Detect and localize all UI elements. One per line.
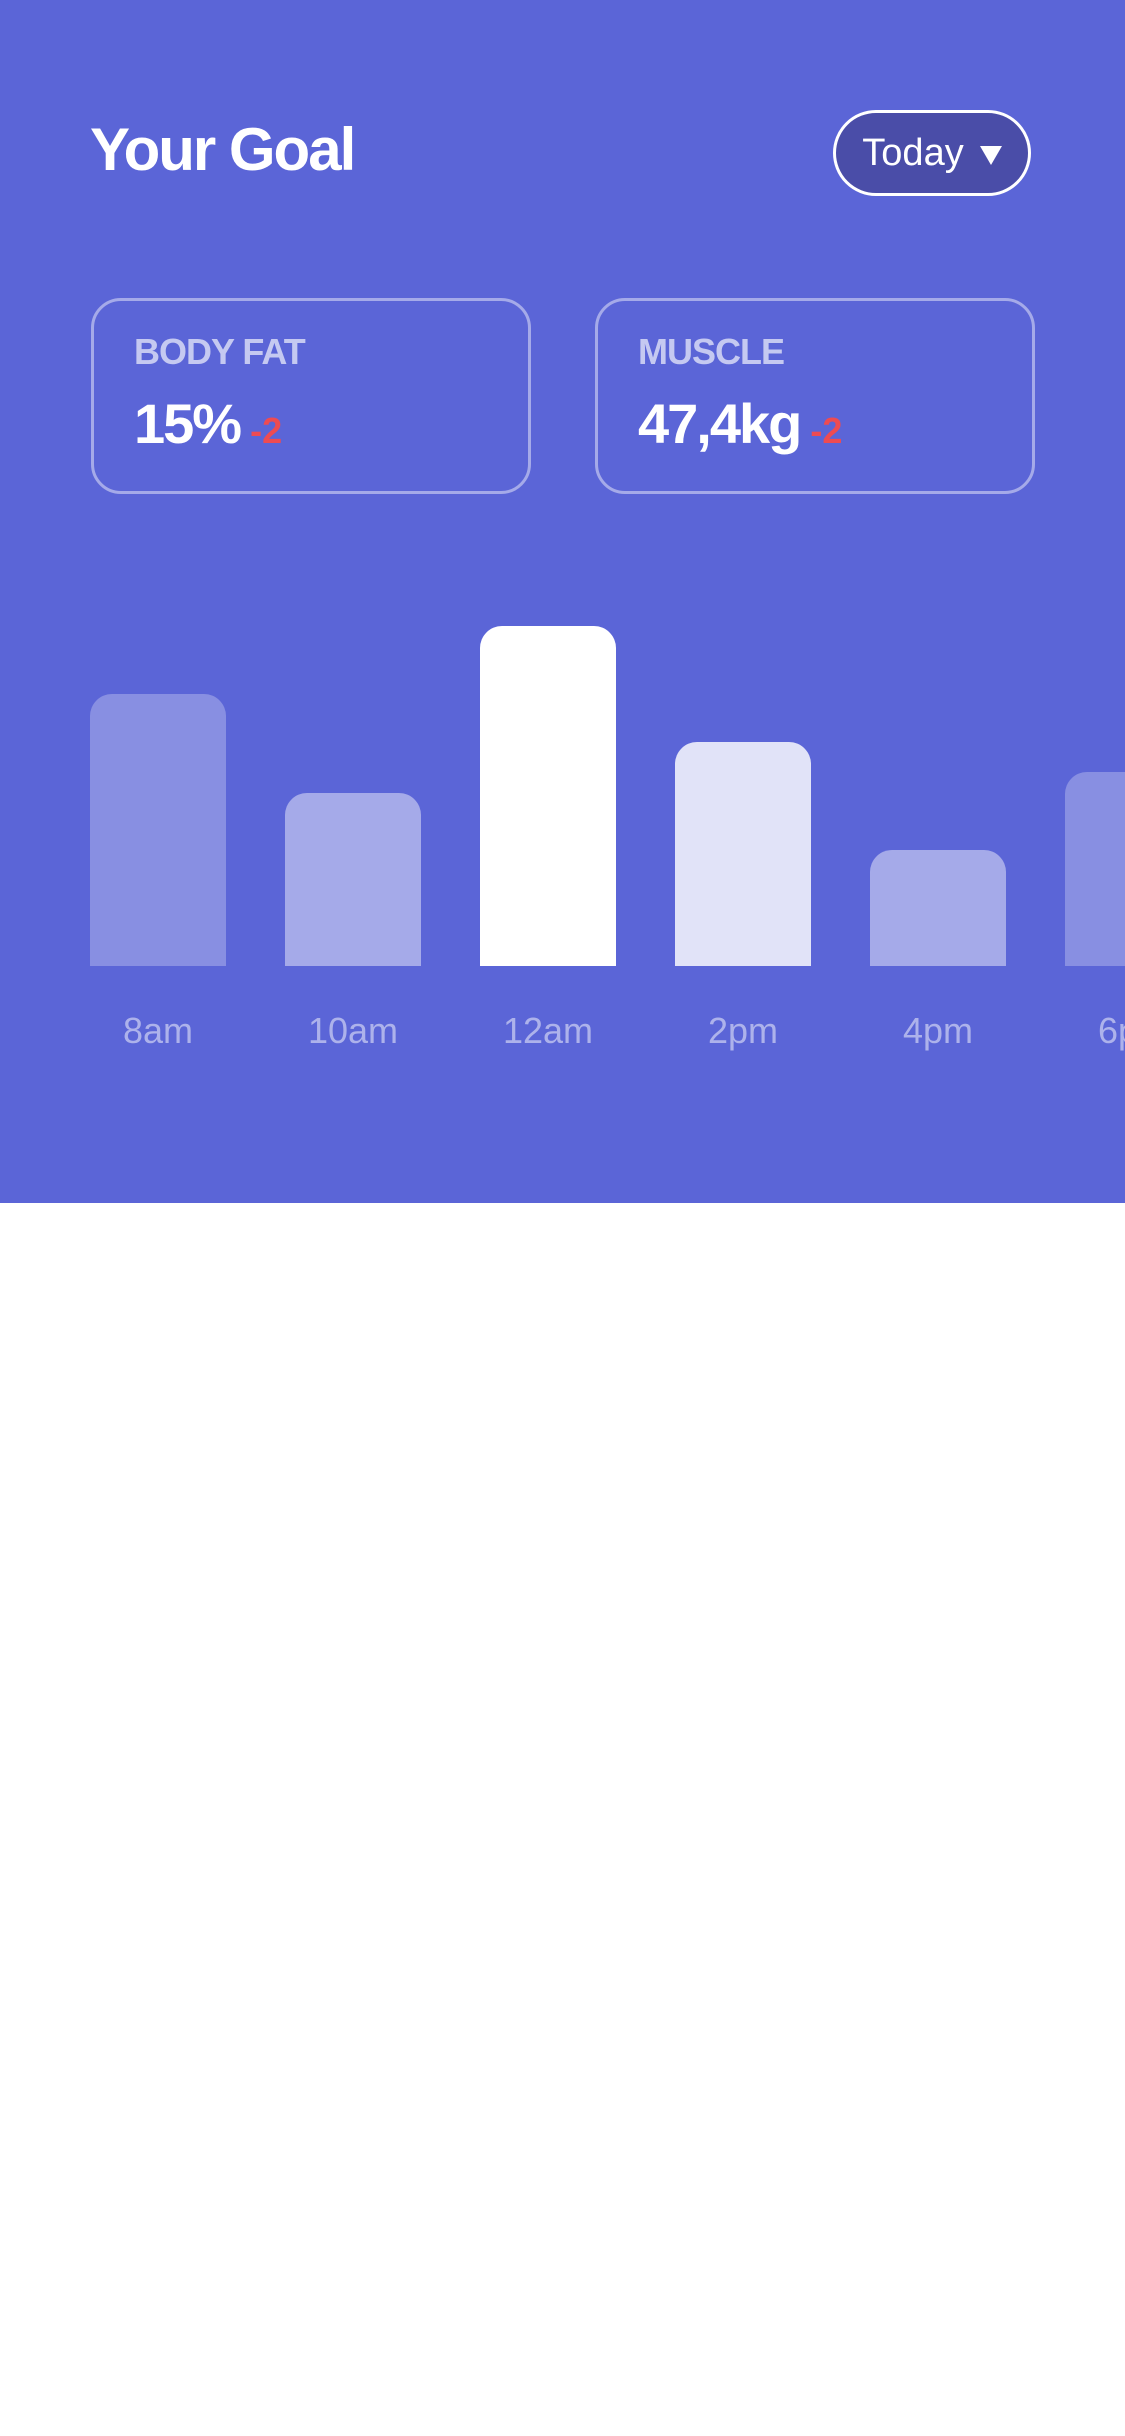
chart-bar-6pm[interactable] [1065,772,1125,966]
chart-bar-2pm[interactable] [675,741,811,966]
chart-bar-10am[interactable] [285,792,421,966]
chart-bar-12am[interactable] [480,626,616,966]
muscle-value: 47,4kg [638,392,802,455]
muscle-label: MUSCLE [638,331,785,372]
period-dropdown-label: Today [862,131,964,174]
chart-tick-label-12am: 12am [502,1010,594,1051]
activity-bar-chart: 8am 10am 12am 2pm 4pm 6pm [0,560,1125,1080]
body-fat-card: BODY FAT 15% -2 [91,298,531,494]
chart-bar-8am[interactable] [90,694,226,966]
muscle-card: MUSCLE 47,4kg -2 [595,298,1035,494]
goal-panel: Your Goal Today BODY FAT 15% -2 MUSCLE 4… [0,0,1125,1203]
muscle-delta: -2 [810,410,843,451]
chevron-down-icon [979,145,1002,165]
page-title: Your Goal [90,116,356,183]
chart-tick-label-10am: 10am [307,1010,399,1051]
period-dropdown-button[interactable]: Today [833,110,1031,196]
body-fat-delta: -2 [250,410,283,451]
chart-bar-4pm[interactable] [870,850,1006,966]
chart-tick-label-4pm: 4pm [902,1010,974,1051]
body-fat-label: BODY FAT [134,331,306,372]
chart-tick-label-6pm: 6pm [1097,1010,1125,1051]
chart-tick-label-8am: 8am [122,1010,194,1051]
body-fat-value: 15% [134,392,242,455]
chart-tick-label-2pm: 2pm [707,1010,779,1051]
